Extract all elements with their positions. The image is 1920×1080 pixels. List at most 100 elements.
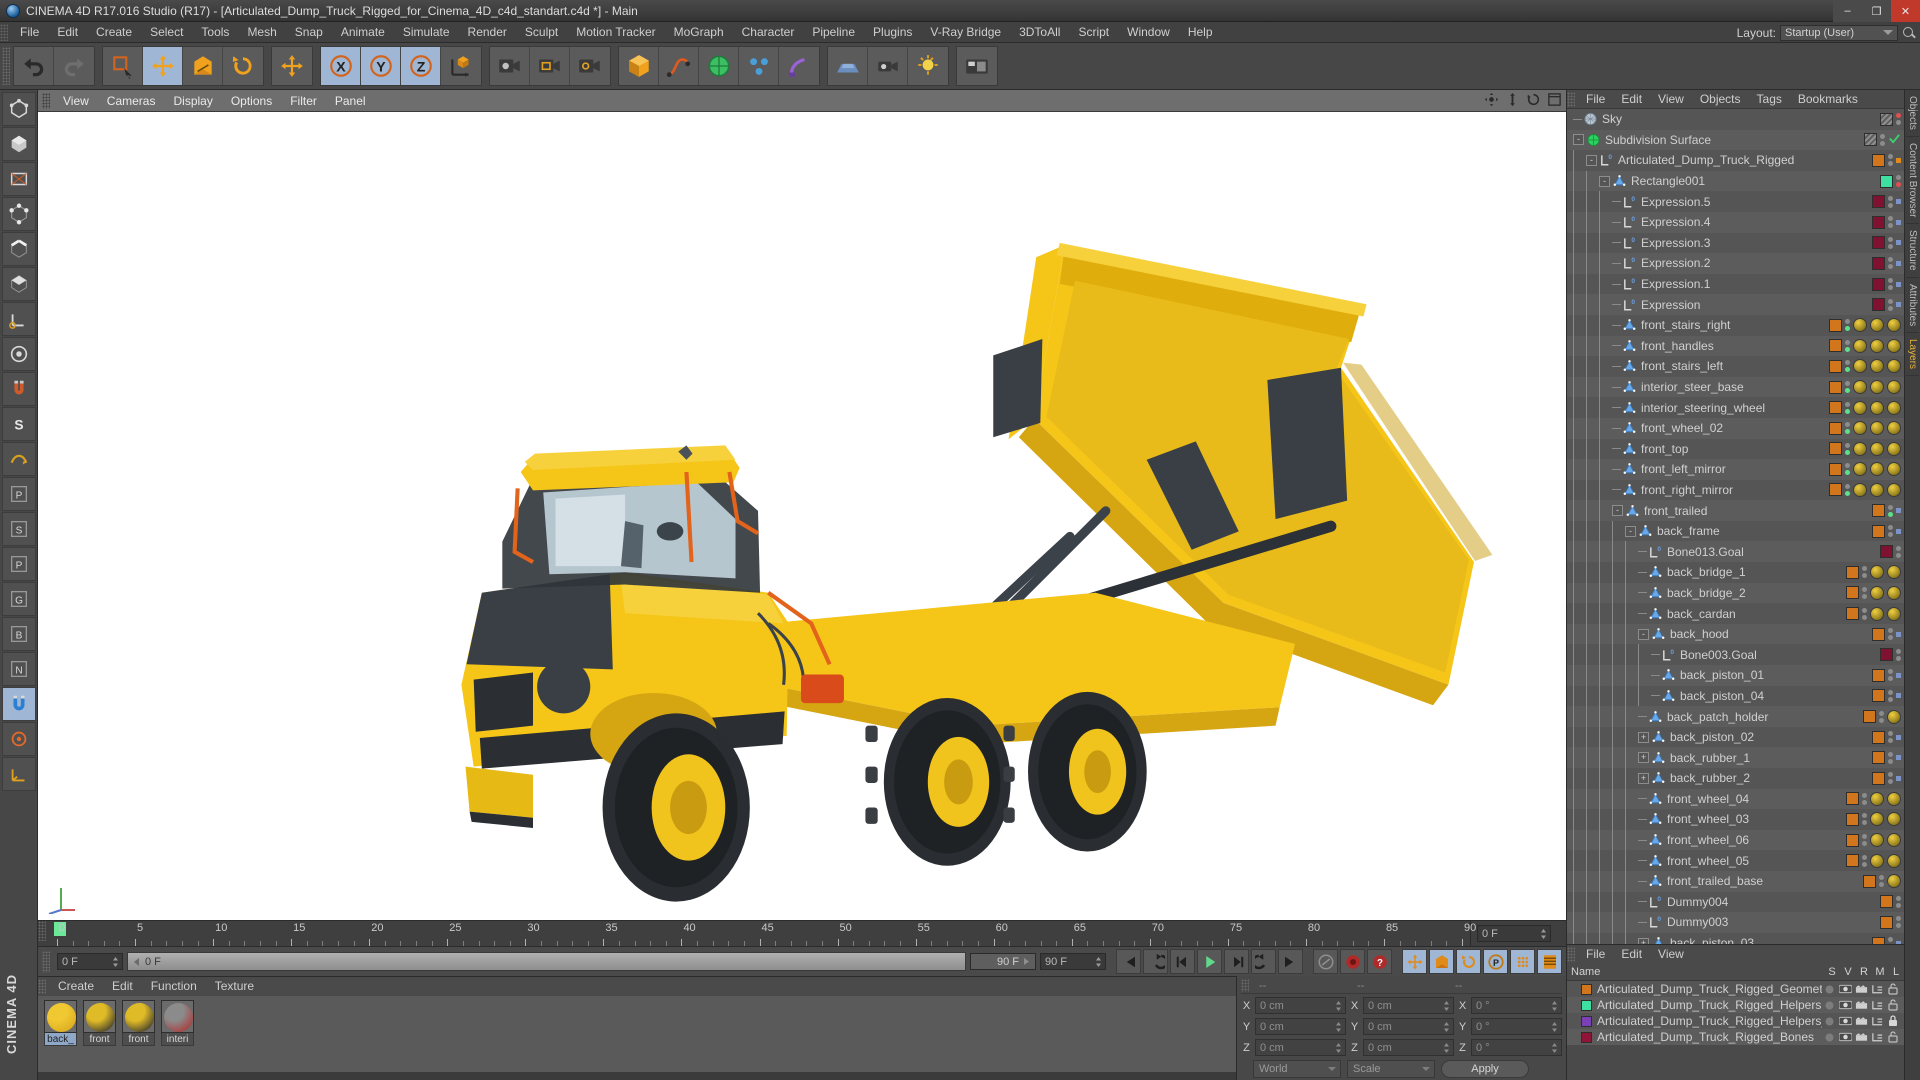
animbar-grip[interactable]: [42, 950, 50, 973]
material-tag-icon[interactable]: [1887, 565, 1901, 580]
material-tag-icon[interactable]: [1853, 318, 1867, 333]
material-tag-icon[interactable]: [1870, 441, 1884, 456]
layer-color-swatch[interactable]: [1872, 627, 1885, 641]
material-tag-icon[interactable]: [1887, 482, 1901, 497]
material-name[interactable]: back_: [44, 1033, 77, 1046]
environment-button[interactable]: [828, 47, 868, 85]
object-row[interactable]: + back_piston_03: [1567, 932, 1904, 944]
record-scale-button[interactable]: [1429, 949, 1454, 974]
material-tag-icon[interactable]: [1870, 833, 1884, 848]
maximize-button[interactable]: ❐: [1862, 0, 1891, 22]
material-grip[interactable]: [38, 979, 46, 994]
visibility-dots[interactable]: [1862, 565, 1867, 579]
material-tag-icon[interactable]: [1870, 565, 1884, 580]
close-button[interactable]: ✕: [1891, 0, 1920, 22]
object-row[interactable]: back_cardan: [1567, 603, 1904, 624]
layer-color-swatch[interactable]: [1846, 854, 1859, 868]
tag-icon[interactable]: [1896, 199, 1901, 205]
material-tag-icon[interactable]: [1870, 812, 1884, 827]
layer-color-swatch[interactable]: [1829, 421, 1842, 435]
visibility-dots[interactable]: [1888, 277, 1893, 291]
visibility-dots[interactable]: [1896, 545, 1901, 559]
lock-toggle[interactable]: [1886, 983, 1900, 995]
snap-mode-button[interactable]: [1, 372, 36, 406]
viewport-3d[interactable]: [38, 112, 1566, 920]
menu-item-script[interactable]: Script: [1069, 22, 1118, 43]
manager-toggle[interactable]: [1870, 1015, 1884, 1027]
select-tool-button[interactable]: [103, 47, 143, 85]
layer-color-swatch[interactable]: [1880, 112, 1893, 126]
layer-color-swatch[interactable]: [1829, 318, 1842, 332]
redo-button[interactable]: [54, 47, 94, 85]
material-tag-icon[interactable]: [1870, 359, 1884, 374]
object-manager-tree[interactable]: Sky - Subdivision Surface -0 Articulated_Dum…: [1567, 109, 1904, 944]
axis-center-button[interactable]: [1, 722, 36, 756]
visibility-dots[interactable]: [1845, 380, 1850, 394]
spinner-icon[interactable]: [1551, 1021, 1558, 1033]
menu-item-snap[interactable]: Snap: [286, 22, 332, 43]
layer-color-swatch[interactable]: [1880, 648, 1893, 662]
object-mode-button[interactable]: [1, 127, 36, 161]
layer-color-swatch[interactable]: [1829, 483, 1842, 497]
visibility-dots[interactable]: [1888, 936, 1893, 944]
menu-item-window[interactable]: Window: [1118, 22, 1179, 43]
visible-toggle[interactable]: [1838, 983, 1852, 995]
material-tag-icon[interactable]: [1870, 380, 1884, 395]
layer-color-swatch[interactable]: [1581, 1015, 1592, 1027]
material-name[interactable]: front: [83, 1033, 116, 1046]
menu-item-sculpt[interactable]: Sculpt: [516, 22, 567, 43]
layer-color-swatch[interactable]: [1829, 442, 1842, 456]
rotate-view-icon[interactable]: [1526, 92, 1541, 110]
move-tool-button[interactable]: [143, 47, 183, 85]
layer-color-swatch[interactable]: [1581, 999, 1592, 1011]
menu-item-character[interactable]: Character: [733, 22, 804, 43]
cube-primitive-button[interactable]: [619, 47, 659, 85]
deformer-button[interactable]: [779, 47, 819, 85]
light-button[interactable]: [908, 47, 948, 85]
visibility-dots[interactable]: [1845, 421, 1850, 435]
tree-expander[interactable]: -: [1586, 154, 1597, 166]
object-row[interactable]: 0 Expression.3: [1567, 232, 1904, 254]
tree-expander[interactable]: +: [1638, 752, 1649, 764]
menu-item-animate[interactable]: Animate: [332, 22, 394, 43]
undo-button[interactable]: [14, 47, 54, 85]
visibility-dots[interactable]: [1888, 751, 1893, 765]
side-tab-objects[interactable]: Objects: [1906, 90, 1919, 137]
world-coordinates-button[interactable]: [441, 47, 481, 85]
spinner-icon[interactable]: [1540, 928, 1547, 940]
size-mode-dropdown[interactable]: Scale: [1347, 1060, 1435, 1078]
visibility-dots[interactable]: [1888, 298, 1893, 312]
layer-color-swatch[interactable]: [1872, 689, 1885, 703]
material-tag-icon[interactable]: [1887, 853, 1901, 868]
viewport-solo-button[interactable]: [1, 337, 36, 371]
side-tab-layers[interactable]: Layers: [1906, 333, 1919, 377]
object-row[interactable]: front_wheel_05: [1567, 850, 1904, 871]
object-row[interactable]: front_stairs_right: [1567, 314, 1904, 336]
size-field-y[interactable]: 0 cm: [1363, 1018, 1454, 1035]
time-slider[interactable]: 0 F: [127, 952, 966, 971]
object-row[interactable]: front_handles: [1567, 335, 1904, 357]
material-item[interactable]: interi: [161, 1000, 194, 1046]
maximize-view-icon[interactable]: [1547, 92, 1562, 110]
visibility-dots[interactable]: [1888, 256, 1893, 270]
material-tag-icon[interactable]: [1887, 400, 1901, 415]
tree-expander[interactable]: +: [1638, 772, 1649, 784]
visibility-dots[interactable]: [1845, 483, 1850, 497]
layer-color-swatch[interactable]: [1846, 607, 1859, 621]
object-row[interactable]: 0 Bone013.Goal: [1567, 541, 1904, 563]
object-row[interactable]: - back_hood: [1567, 623, 1904, 645]
autokey-toggle-button[interactable]: [1313, 949, 1338, 974]
visibility-dots[interactable]: [1845, 339, 1850, 353]
tag-icon[interactable]: [1896, 775, 1901, 781]
material-tag-icon[interactable]: [1853, 482, 1867, 497]
object-row[interactable]: front_wheel_02: [1567, 417, 1904, 439]
record-parameter-button[interactable]: P: [1483, 949, 1508, 974]
spinner-icon[interactable]: [1335, 1021, 1342, 1033]
menu-item-render[interactable]: Render: [459, 22, 516, 43]
layer-color-swatch[interactable]: [1872, 298, 1885, 312]
layer-row[interactable]: Articulated_Dump_Truck_Rigged_Geometry: [1567, 981, 1904, 997]
visibility-dots[interactable]: [1896, 648, 1901, 662]
visibility-dots[interactable]: [1896, 915, 1901, 929]
visibility-dots[interactable]: [1896, 895, 1901, 909]
visibility-dots[interactable]: [1896, 112, 1901, 126]
